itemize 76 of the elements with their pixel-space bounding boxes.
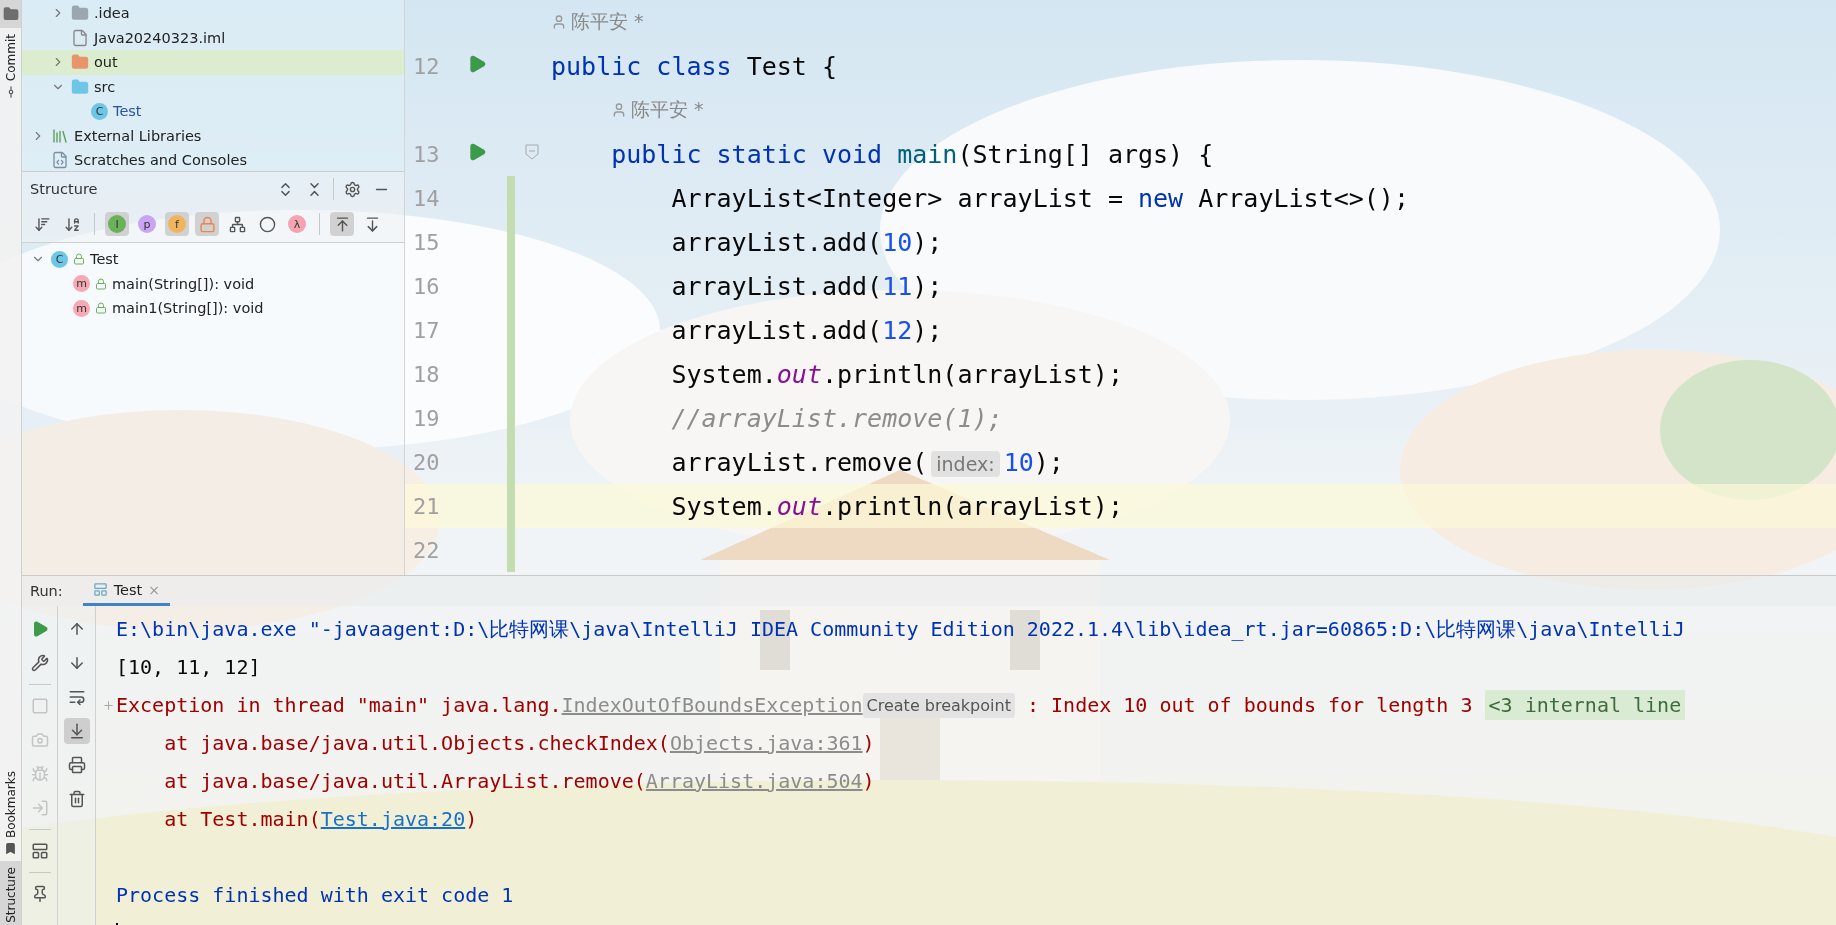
- code-line: arrayList.remove( index: 10);: [670, 447, 1065, 477]
- line-number: 15: [412, 229, 441, 255]
- line-number: 20: [412, 449, 441, 475]
- console-link[interactable]: Test.java:20: [320, 807, 466, 831]
- console-text: Process finished with exit code 1: [116, 883, 514, 907]
- tree-item[interactable]: m main1(String[]): void: [22, 296, 404, 321]
- console-text: : Index 10 out of bounds for length 3: [1025, 693, 1474, 717]
- file-icon: [71, 28, 89, 47]
- tree-item[interactable]: Scratches and Consoles: [22, 148, 404, 171]
- tree-item[interactable]: src: [22, 74, 404, 99]
- line-number: 17: [412, 317, 441, 343]
- library-icon: [51, 126, 69, 145]
- panel-title: Structure: [30, 181, 99, 197]
- tree-item[interactable]: External Libraries: [22, 123, 404, 148]
- folder-icon: [71, 77, 89, 96]
- line-number: 21: [412, 493, 441, 519]
- tree-item[interactable]: Java20240323.iml: [22, 25, 404, 50]
- code-line: arrayList.add(11);: [670, 271, 944, 301]
- console-text: at java.base/java.util.Objects.checkIndex(: [163, 731, 670, 755]
- console-text: [10, 11, 12]: [116, 655, 261, 679]
- change-marker[interactable]: [507, 176, 515, 220]
- code-line: System.out.println(arrayList);: [670, 359, 1124, 389]
- project-tool-button[interactable]: [0, 0, 21, 28]
- line-number: 13: [412, 141, 441, 167]
- arrow-up-icon[interactable]: [330, 212, 354, 236]
- console-text: ): [465, 807, 478, 831]
- code-line: //arrayList.remove(1);: [670, 403, 1004, 433]
- line-number: 16: [412, 273, 441, 299]
- line-number: 12: [412, 53, 441, 79]
- breakpoint-hint[interactable]: Create breakpoint: [862, 692, 1015, 718]
- folded-lines[interactable]: <3 internal line: [1484, 690, 1686, 720]
- line-number: 19: [412, 405, 441, 431]
- console-text: at java.base/java.util.ArrayList.remove(: [163, 769, 646, 793]
- scroll-end-icon[interactable]: [63, 718, 90, 744]
- folder-icon: [71, 53, 89, 72]
- run-icon[interactable]: [467, 54, 487, 74]
- line-number: 14: [412, 185, 441, 211]
- code-line: public static void main(String[] args) {: [610, 139, 1215, 169]
- line-number: 18: [412, 361, 441, 387]
- user-icon: [611, 102, 627, 118]
- code-line: arrayList.add(10);: [670, 227, 944, 257]
- console-icon: [92, 582, 108, 597]
- tree-item[interactable]: C Test: [22, 247, 404, 272]
- lock-icon: [95, 302, 107, 315]
- run-icon[interactable]: [467, 142, 487, 162]
- expand-icon[interactable]: [101, 698, 115, 712]
- commit-tool-tab[interactable]: Commit: [0, 28, 21, 106]
- filter-button[interactable]: f: [165, 212, 189, 236]
- line-number: 22: [412, 537, 441, 563]
- console-text: Exception in thread "main" java.lang.: [116, 693, 562, 717]
- bookmark-icon: [4, 842, 17, 856]
- lock-icon: [73, 253, 85, 266]
- panel-title: Run:: [30, 583, 63, 599]
- folder-icon: [71, 4, 89, 23]
- folder-icon: [2, 6, 19, 22]
- structure-tool-tab[interactable]: Structure: [0, 861, 21, 925]
- class-icon: C: [91, 102, 108, 120]
- scratch-icon: [51, 151, 69, 170]
- console-text: E:\bin\java.exe "-javaagent:D:\比特网课\java\IntelliJ IDEA Community Edition 2022.1.4\lib\idea_rt.jar=60865:D:\比特网课\java\IntelliJ: [116, 615, 1685, 643]
- change-marker[interactable]: [507, 528, 515, 572]
- tree-item[interactable]: .idea: [22, 1, 404, 26]
- code-line: arrayList.add(12);: [670, 315, 944, 345]
- filter-button[interactable]: I: [105, 212, 129, 236]
- bookmarks-tool-tab[interactable]: Bookmarks: [0, 765, 21, 862]
- user-icon: [551, 14, 567, 30]
- console-text: at Test.main(: [163, 807, 321, 831]
- console-text: ): [862, 731, 875, 755]
- code-line: public class Test {: [550, 51, 838, 81]
- tree-item[interactable]: m main(String[]): void: [22, 271, 404, 296]
- code-line: ArrayList<Integer> arrayList = new ArrayList<>();: [670, 183, 1410, 213]
- console-text: ): [862, 769, 875, 793]
- lock-icon[interactable]: [195, 212, 219, 236]
- code-line: System.out.println(arrayList);: [670, 491, 1124, 521]
- lock-icon: [95, 277, 107, 290]
- tree-item[interactable]: C Test: [22, 99, 404, 124]
- tree-item[interactable]: out: [22, 50, 404, 75]
